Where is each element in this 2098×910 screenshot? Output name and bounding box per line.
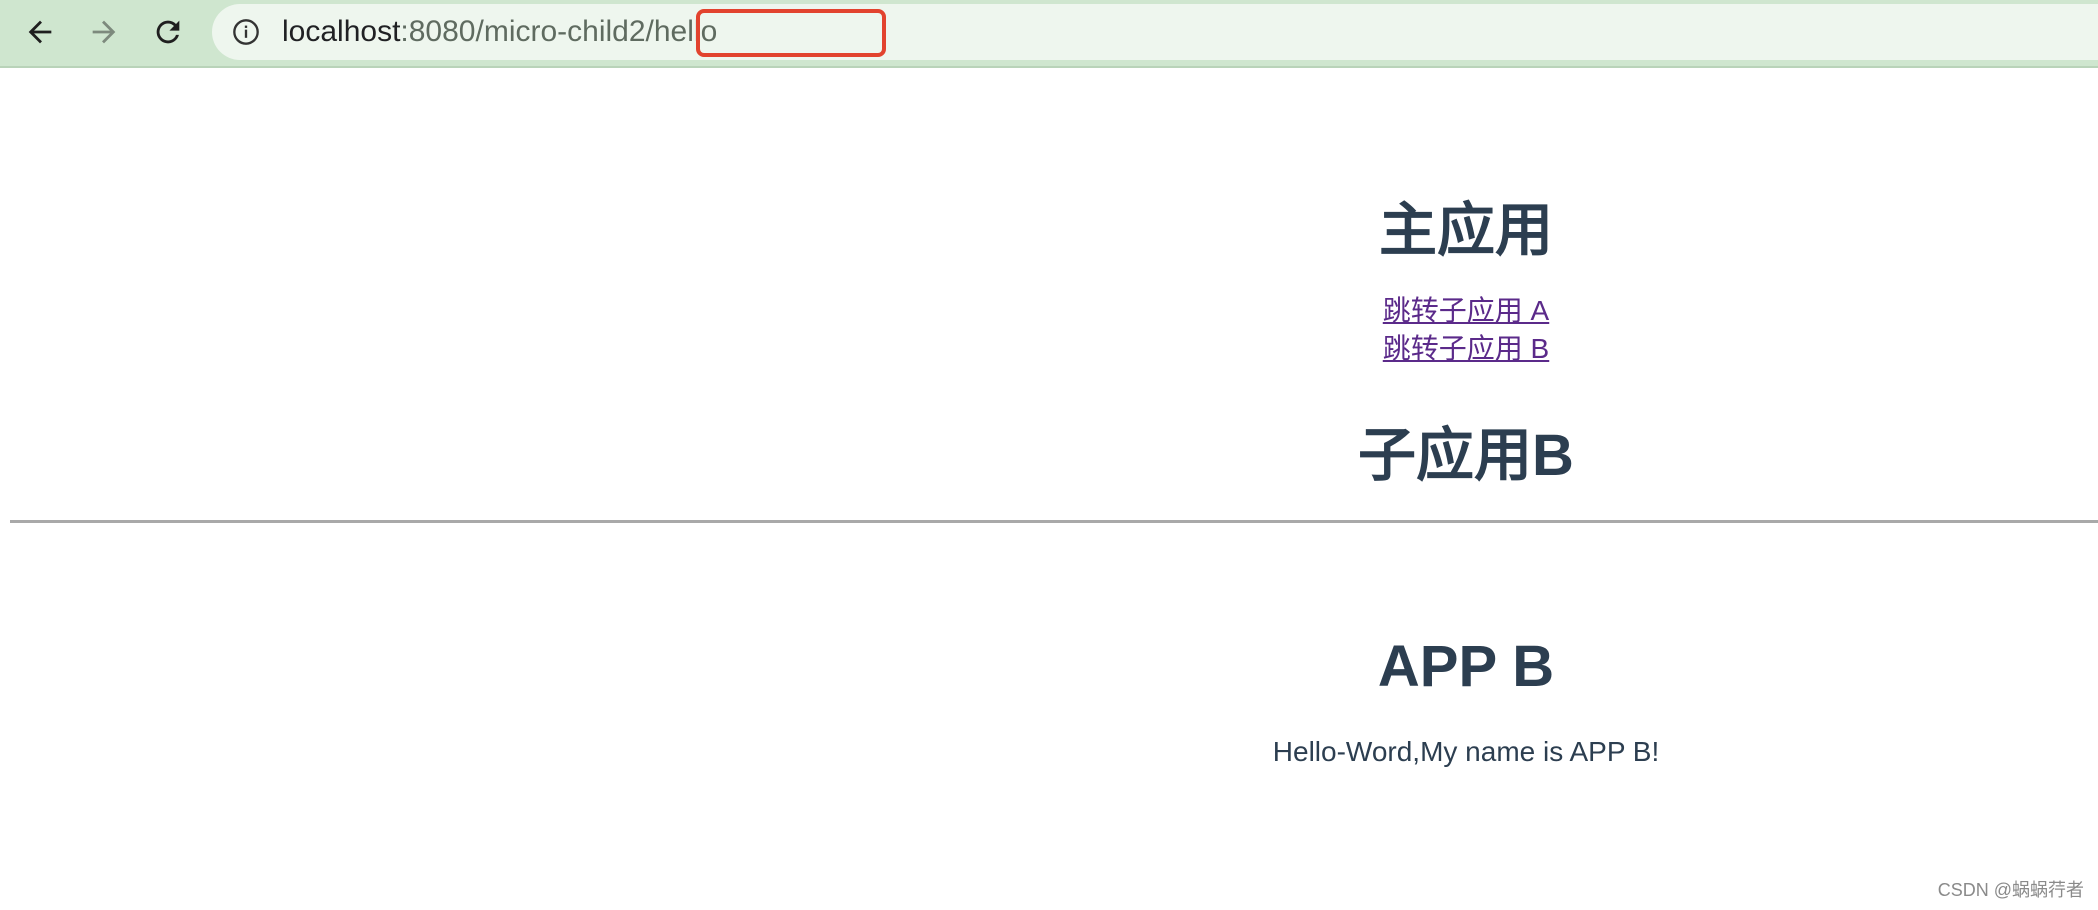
divider [10, 520, 2098, 523]
nav-links: 跳转子应用 A 跳转子应用 B [1383, 292, 1549, 368]
watermark: CSDN @蜗蜗荇者 [1937, 880, 2084, 900]
url-highlighted-segment: micro-child2/ [483, 15, 654, 48]
link-child-b[interactable]: 跳转子应用 B [1383, 330, 1549, 368]
url-port: :8080/ [400, 15, 484, 48]
url-highlight-box [696, 9, 886, 57]
main-app-title: 主应用 [1378, 198, 1554, 263]
forward-button[interactable] [78, 6, 130, 58]
reload-icon [156, 20, 180, 44]
child-app-title: 子应用B [1358, 423, 1574, 488]
arrow-right-icon [92, 20, 116, 44]
info-icon[interactable] [232, 18, 260, 46]
reload-button[interactable] [142, 6, 194, 58]
link-child-a[interactable]: 跳转子应用 A [1383, 292, 1549, 330]
url-text: localhost:8080/micro-child2/hello [282, 13, 717, 51]
hello-message: Hello-Word,My name is APP B! [1272, 736, 1660, 767]
address-bar[interactable]: localhost:8080/micro-child2/hello [212, 4, 2098, 60]
arrow-left-icon [28, 20, 52, 44]
url-host: localhost [282, 15, 401, 48]
browser-toolbar: localhost:8080/micro-child2/hello [0, 0, 2098, 68]
page-content: 主应用 跳转子应用 A 跳转子应用 B 子应用B APP B Hello-Wor… [0, 68, 2098, 910]
back-button[interactable] [14, 6, 66, 58]
app-b-title: APP B [1377, 634, 1555, 699]
